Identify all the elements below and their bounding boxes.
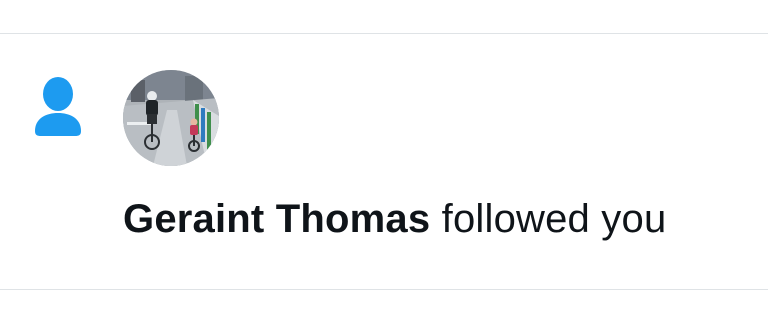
avatar-photo [123, 70, 219, 166]
user-avatar[interactable] [123, 70, 219, 166]
person-icon [35, 77, 81, 136]
action-text: followed you [441, 197, 667, 241]
user-name-link[interactable]: Geraint Thomas [123, 197, 430, 241]
follow-notification[interactable] [0, 34, 768, 289]
notification-text: Geraint Thomas followed you [123, 193, 666, 245]
divider-bottom [0, 289, 768, 290]
